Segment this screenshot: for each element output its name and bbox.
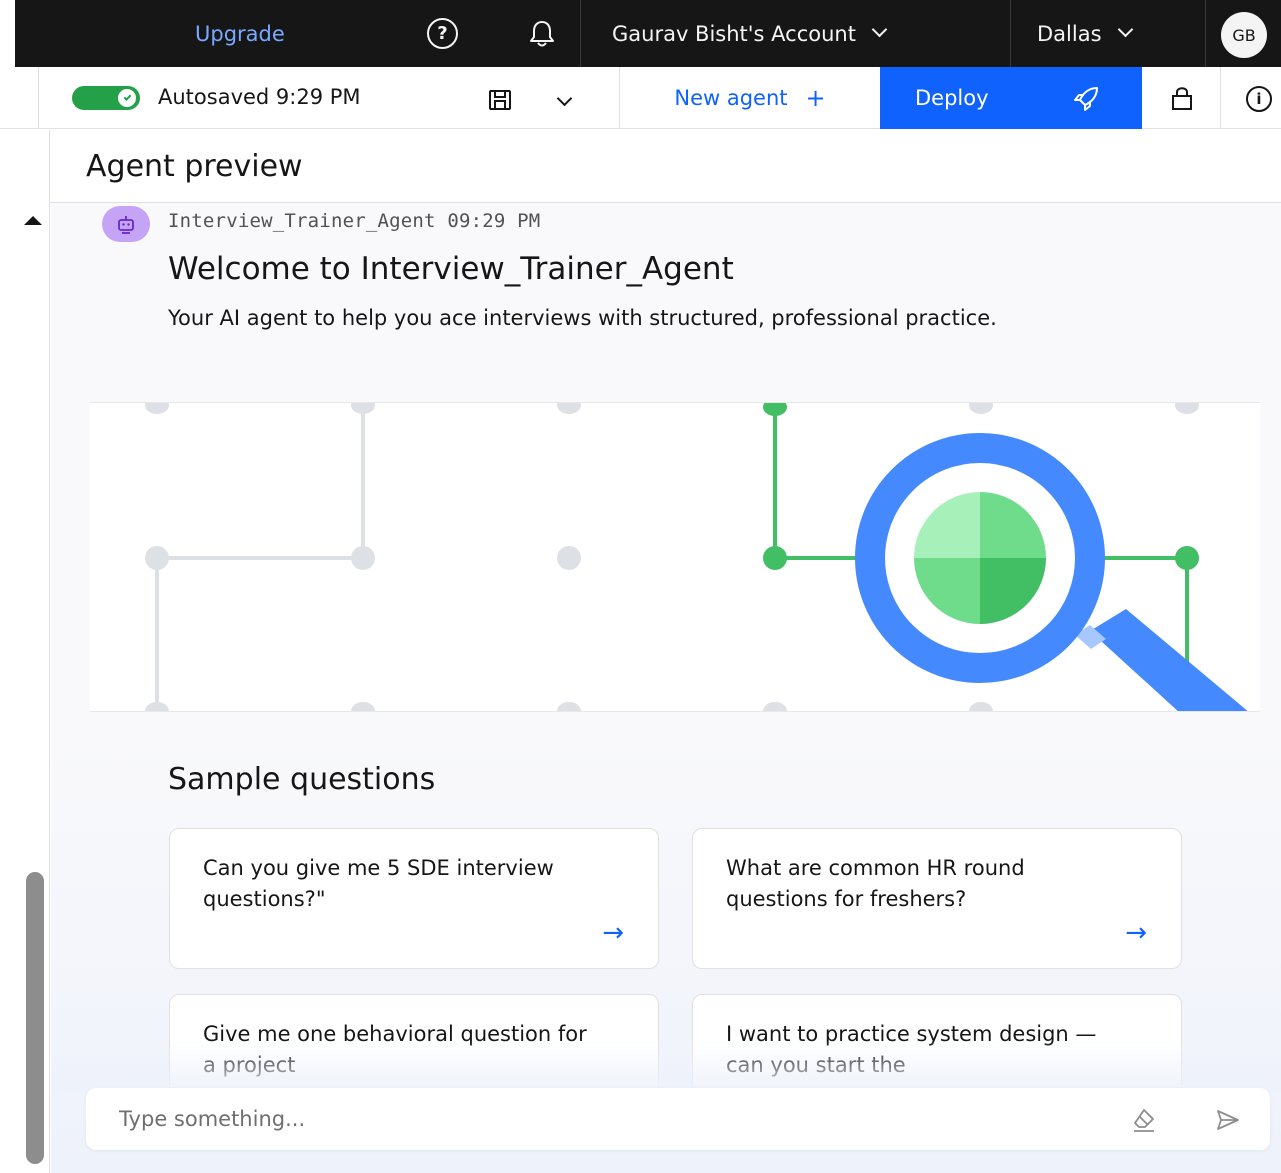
sample-questions-title: Sample questions <box>168 762 436 797</box>
arrow-right-icon: → <box>602 918 624 948</box>
sample-question-card[interactable]: Can you give me 5 SDE interview question… <box>169 828 659 969</box>
sample-question-card[interactable]: What are common HR round questions for f… <box>692 828 1182 969</box>
save-icon[interactable] <box>488 89 512 111</box>
welcome-title: Welcome to Interview_Trainer_Agent <box>168 251 734 287</box>
new-agent-label: New agent <box>674 86 788 110</box>
user-avatar[interactable]: GB <box>1221 12 1267 58</box>
region-switcher[interactable]: Dallas <box>1037 0 1133 67</box>
chevron-down-icon <box>871 21 888 38</box>
account-switcher[interactable]: Gaurav Bisht's Account <box>612 0 888 67</box>
autosave-toggle[interactable] <box>72 86 140 110</box>
divider <box>38 67 39 129</box>
help-icon[interactable]: ? <box>427 18 458 49</box>
sample-question-text: Can you give me 5 SDE interview question… <box>203 856 554 911</box>
divider <box>1010 0 1011 67</box>
magnifier-network-illustration <box>145 403 1248 711</box>
top-nav-bar: Upgrade ? Gaurav Bisht's Account Dallas … <box>15 0 1281 67</box>
scroll-up-arrow-icon[interactable] <box>24 216 42 225</box>
eraser-icon[interactable] <box>1130 1106 1158 1134</box>
bell-icon[interactable] <box>525 17 559 51</box>
welcome-description: Your AI agent to help you ace interviews… <box>168 306 997 330</box>
account-name: Gaurav Bisht's Account <box>612 21 856 46</box>
checkmark-icon <box>118 89 136 107</box>
message-sender-meta: Interview_Trainer_Agent 09:29 PM <box>168 210 541 232</box>
chevron-down-icon[interactable] <box>556 90 573 107</box>
chat-input-bar <box>86 1088 1270 1150</box>
robot-icon <box>118 216 134 234</box>
upgrade-link[interactable]: Upgrade <box>195 0 285 67</box>
divider <box>1220 67 1221 129</box>
deploy-button[interactable]: Deploy <box>880 67 1142 129</box>
chat-input[interactable] <box>119 1102 1019 1136</box>
region-name: Dallas <box>1037 21 1102 46</box>
divider <box>580 0 581 67</box>
divider <box>1205 0 1206 67</box>
chevron-down-icon <box>1117 21 1133 38</box>
scrollbar-thumb[interactable] <box>26 872 44 1164</box>
agent-toolbar: Autosaved 9:29 PM New agent + Deploy <box>0 67 1281 129</box>
send-icon[interactable] <box>1214 1106 1242 1134</box>
rocket-icon <box>1074 87 1098 111</box>
sample-question-text: What are common HR round questions for f… <box>726 856 1025 911</box>
plus-icon: + <box>805 84 826 112</box>
bot-avatar <box>102 206 150 242</box>
lock-icon[interactable] <box>1170 85 1194 111</box>
autosave-status: Autosaved 9:29 PM <box>158 85 361 109</box>
welcome-illustration <box>90 402 1260 712</box>
scroll-fade-overlay <box>51 1040 1281 1092</box>
page-title: Agent preview <box>86 148 303 184</box>
info-icon[interactable]: i <box>1246 86 1272 112</box>
arrow-right-icon: → <box>1125 918 1147 948</box>
new-agent-button[interactable]: New agent + <box>620 67 880 129</box>
deploy-label: Deploy <box>915 86 989 110</box>
